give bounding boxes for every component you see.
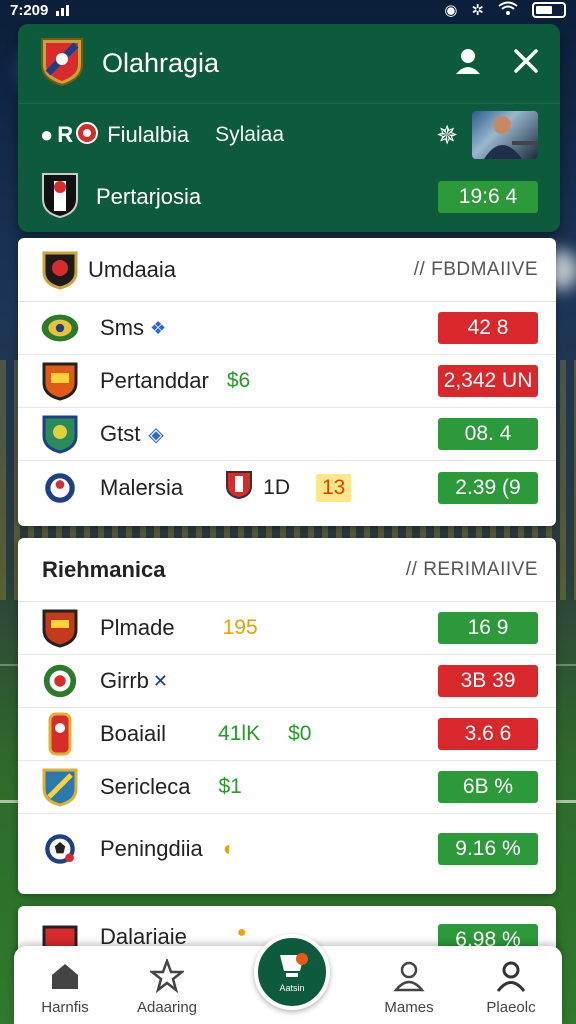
alarm-icon: ◉ — [444, 2, 458, 19]
league-name: Fiulalbia — [107, 122, 190, 147]
star-icon — [150, 959, 184, 993]
nav-profile[interactable]: Plaeolc — [460, 959, 562, 1016]
team-crest-icon — [40, 468, 80, 508]
nav-label: Harnfis — [41, 999, 89, 1016]
nav-home[interactable]: Harnfis — [14, 959, 116, 1016]
team-crest-icon — [40, 361, 80, 401]
nav-center-button[interactable]: Aatsin — [254, 934, 330, 1010]
nav-label: Adaaring — [136, 999, 198, 1016]
battery-icon — [532, 2, 566, 18]
league-sub: Sylaiaa — [215, 123, 285, 146]
team-name: Girrb — [100, 668, 149, 693]
nav-activity[interactable]: Adaaring — [116, 959, 218, 1016]
odds-button[interactable]: 3B 39 — [438, 665, 538, 697]
team-crest-icon — [40, 712, 80, 756]
app-title: Olahragia — [102, 48, 220, 78]
odds-button[interactable]: 16 9 — [438, 612, 538, 644]
header-card: Olahragia ● R Fiulalbia Sylaiaa ✵ Pertar… — [18, 24, 560, 232]
trend-icon: ◖ — [220, 837, 233, 860]
match-section-1: Umdaaia // FBDMAIIVE Sms ❖ 42 8 Pertandd… — [18, 238, 556, 526]
table-row[interactable]: Plmade 195 16 9 — [18, 602, 556, 655]
row-highlight-tag: 13 — [316, 473, 352, 502]
featured-score-badge[interactable]: 19:6 4 — [438, 181, 538, 213]
section-title: Umdaaia — [88, 256, 177, 282]
team-crest-icon — [40, 661, 80, 701]
player-photo — [472, 111, 538, 159]
app-header: Olahragia — [18, 24, 560, 104]
profile-icon — [495, 959, 527, 993]
table-row[interactable]: Peningdiia ◖ 9.16 % — [18, 814, 556, 884]
row-tag: $1 — [218, 775, 242, 798]
table-row[interactable]: Girrb ✕ 3B 39 — [18, 655, 556, 708]
settings-icon: ✲ — [471, 2, 484, 19]
team-crest-icon — [40, 608, 80, 648]
section-title: Riehmanica — [42, 556, 166, 582]
home-icon — [50, 959, 80, 993]
opponent-crest-icon — [225, 470, 253, 505]
app-logo-icon — [38, 35, 86, 92]
featured-team-name: Pertarjosia — [96, 184, 202, 209]
table-row[interactable]: Boaiail 41lK $0 3.6 6 — [18, 708, 556, 761]
signal-icon — [56, 4, 70, 16]
row-tag: $6 — [226, 369, 251, 392]
team-name: Sms — [100, 315, 144, 340]
user-icon — [393, 959, 425, 993]
ball-icon: ● — [40, 122, 54, 147]
section-crest-icon — [40, 250, 80, 290]
nav-label: Plaeolc — [486, 999, 536, 1016]
trend-icon: ● — [236, 924, 247, 941]
team-name: Pertanddar — [100, 368, 209, 393]
nav-matches[interactable]: Mames — [358, 959, 460, 1016]
team-name: Malersia — [100, 474, 184, 500]
section-subtitle[interactable]: // RERIMAIIVE — [406, 559, 538, 581]
odds-button[interactable]: 2,342 UN — [438, 365, 538, 397]
row-tag: 1D — [263, 475, 290, 499]
odds-button[interactable]: 6B % — [438, 771, 538, 803]
wifi-icon — [498, 1, 518, 19]
verified-icon: ✕ — [152, 670, 168, 691]
row-tag: 41lK — [218, 722, 261, 745]
section-header: Riehmanica // RERIMAIIVE — [18, 538, 556, 602]
team-crest-icon — [40, 171, 80, 224]
odds-button[interactable]: 9.16 % — [438, 833, 538, 865]
nav-label: Mames — [384, 999, 434, 1016]
odds-button[interactable]: 08. 4 — [438, 418, 538, 450]
user-icon[interactable] — [454, 47, 482, 80]
odds-button[interactable]: 3.6 6 — [438, 718, 538, 750]
table-row[interactable]: Pertanddar $6 2,342 UN — [18, 355, 556, 408]
team-name: Plmade — [100, 615, 175, 640]
team-name: Gtst — [100, 421, 141, 446]
odds-button[interactable]: 42 8 — [438, 312, 538, 344]
league-prefix: R — [57, 122, 74, 147]
row-tag: 195 — [222, 616, 258, 639]
table-row[interactable]: Gtst ◈ 08. 4 — [18, 408, 556, 461]
trophy-icon — [274, 951, 310, 983]
status-bar: 7:209 ◉ ✲ — [0, 0, 576, 20]
team-name: Sericleca — [100, 774, 191, 799]
close-icon[interactable] — [512, 47, 540, 80]
team-crest-icon — [40, 767, 80, 807]
section-subtitle[interactable]: // FBDMAIIVE — [414, 259, 538, 281]
league-row[interactable]: ● R Fiulalbia Sylaiaa ✵ — [18, 104, 560, 166]
verified-icon: ❖ — [150, 317, 167, 338]
match-section-2: Riehmanica // RERIMAIIVE Plmade 195 16 9… — [18, 538, 556, 894]
section-header: Umdaaia // FBDMAIIVE — [18, 238, 556, 302]
team-crest-icon — [40, 414, 80, 454]
table-row[interactable]: Malersia 1D 13 2.39 (9 — [18, 461, 556, 514]
team-name: Boaiail — [100, 721, 167, 746]
center-label: Aatsin — [279, 983, 305, 993]
odds-button[interactable]: 2.39 (9 — [438, 471, 538, 504]
verified-icon: ◈ — [148, 423, 164, 446]
league-badge-icon — [75, 121, 99, 150]
featured-team-row[interactable]: Pertarjosia 19:6 4 — [18, 166, 560, 228]
team-crest-icon — [40, 308, 80, 348]
table-row[interactable]: Sms ❖ 42 8 — [18, 302, 556, 355]
team-crest-icon — [40, 829, 80, 869]
bottom-navigation: Harnfis Adaaring Aatsin Mames Plaeolc — [14, 934, 562, 1024]
settings-gear-icon[interactable]: ✵ — [436, 120, 458, 151]
table-row[interactable]: Sericleca $1 6B % — [18, 761, 556, 814]
team-name: Peningdiia — [100, 836, 203, 861]
row-tag-2: $0 — [288, 722, 312, 745]
status-time: 7:209 — [10, 1, 49, 19]
